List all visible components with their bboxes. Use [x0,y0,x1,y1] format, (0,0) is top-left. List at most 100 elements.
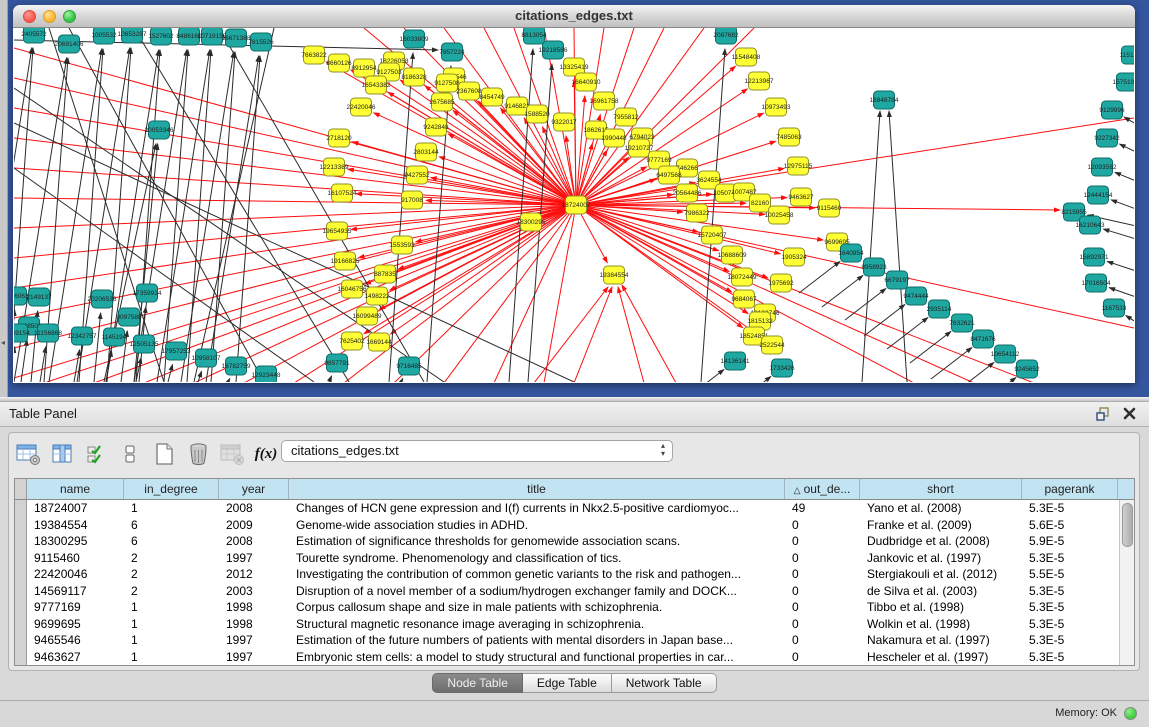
table-cell[interactable]: Jankovic et al. (1997) [860,550,1022,567]
table-cell[interactable]: 6 [124,533,219,550]
network-node[interactable]: 9115460 [817,199,842,217]
network-node[interactable]: 12505135 [130,335,159,353]
network-node[interactable]: 9427552 [404,166,430,184]
table-row[interactable]: 911546021997Tourette syndrome. Phenomeno… [15,550,1119,567]
table-cell[interactable]: Changes of HCN gene expression and I(f) … [289,500,785,517]
network-node[interactable]: 9227342 [1094,129,1120,147]
table-cell[interactable]: 5.6E-5 [1022,517,1118,534]
network-node[interactable]: 20053346 [145,121,174,139]
table-cell[interactable]: 5.3E-5 [1022,550,1118,567]
table-cell[interactable]: Genome-wide association studies in ADHD. [289,517,785,534]
table-cell[interactable]: 18300295 [27,533,124,550]
table-cell[interactable]: Structural magnetic resonance image aver… [289,616,785,633]
table-cell[interactable]: Tibbo et al. (1998) [860,599,1022,616]
network-node[interactable]: 12444154 [1084,186,1113,204]
collapsed-side-panel[interactable]: ◂ [0,0,8,397]
table-row[interactable]: 977716911998Corpus callosum shape and si… [15,599,1119,616]
network-node[interactable]: 9684067 [731,290,757,308]
network-node[interactable]: 16848784 [870,91,899,109]
table-cell[interactable]: de Silva et al. (2003) [860,583,1022,600]
tab-node-table[interactable]: Node Table [432,673,523,693]
network-node[interactable]: 2522544 [759,336,785,354]
table-cell[interactable]: 0 [785,583,860,600]
table-cell[interactable]: 18724007 [27,500,124,517]
network-node[interactable]: 15751074 [1113,73,1134,91]
network-node[interactable]: 8912954 [351,59,377,77]
network-node[interactable]: 16671388 [222,29,251,47]
network-node[interactable]: 16543382 [362,76,391,94]
network-node[interactable]: 1990448 [601,129,627,147]
table-cell[interactable]: 2 [124,550,219,567]
table-row[interactable]: 2242004622012Investigating the contribut… [15,566,1119,583]
network-node[interactable]: 9245652 [1014,360,1040,378]
network-node[interactable]: 10653287 [118,28,147,43]
network-node[interactable]: 887835 [374,265,396,283]
network-node[interactable]: 1640954 [838,244,864,262]
network-node[interactable]: 9242848 [423,118,449,136]
network-node[interactable]: 19654935 [323,222,352,240]
table-cell[interactable]: 1997 [219,632,289,649]
table-cell[interactable]: Investigating the contribution of common… [289,566,785,583]
table-cell[interactable]: 1998 [219,599,289,616]
table-cell[interactable]: 5.3E-5 [1022,649,1118,666]
table-cell[interactable]: 0 [785,599,860,616]
table-cell[interactable]: Estimation of the future numbers of pati… [289,632,785,649]
network-node[interactable]: 7625402 [339,332,365,350]
network-node[interactable]: 16961758 [590,92,619,110]
table-cell[interactable]: Franke et al. (2009) [860,517,1022,534]
network-node[interactable]: 12975115 [784,157,813,175]
table-cell[interactable]: 2009 [219,517,289,534]
table-selector-dropdown[interactable]: citations_edges.txt ▴▾ [281,440,673,462]
network-node[interactable]: 16107524 [328,184,357,202]
table-cell[interactable]: 14569117 [27,583,124,600]
table-cell[interactable]: Nakamura et al. (1997) [860,632,1022,649]
network-node[interactable]: 8813054 [521,28,547,44]
network-node[interactable]: 7815526 [248,33,274,51]
column-header-in_degree[interactable]: in_degree [124,479,219,499]
table-cell[interactable]: 22420046 [27,566,124,583]
network-node[interactable]: 10688609 [718,246,747,264]
column-header-year[interactable]: year [219,479,289,499]
network-window-titlebar[interactable]: citations_edges.txt [13,5,1135,28]
table-cell[interactable]: 2003 [219,583,289,600]
network-node[interactable]: 12213389 [320,158,349,176]
network-node[interactable]: 8471676 [970,330,996,348]
table-cell[interactable]: 5.5E-5 [1022,566,1118,583]
network-node[interactable]: 20206536 [88,290,117,308]
network-node[interactable]: 6497568 [656,166,682,184]
clear-selection-icon[interactable] [117,442,143,466]
table-cell[interactable]: 1 [124,616,219,633]
table-cell[interactable]: 5.3E-5 [1022,616,1118,633]
table-cell[interactable]: 0 [785,616,860,633]
table-cell[interactable]: 1 [124,599,219,616]
vertical-scrollbar[interactable] [1119,500,1134,665]
network-node[interactable]: 7632621 [949,314,975,332]
table-cell[interactable]: 19384554 [27,517,124,534]
network-node[interactable]: 8186328 [401,68,427,86]
table-cell[interactable]: 1998 [219,616,289,633]
table-cell[interactable]: 9699695 [27,616,124,633]
network-node[interactable]: 9474444 [903,287,929,305]
network-node[interactable]: 6679197 [884,271,910,289]
network-node[interactable]: 2405572 [21,28,47,43]
network-node[interactable]: 8660126 [326,54,352,72]
network-node[interactable]: 15892971 [1080,248,1109,266]
table-cell[interactable]: 5.3E-5 [1022,599,1118,616]
network-node[interactable]: 9129996 [1099,101,1125,119]
table-cell[interactable]: 1997 [219,550,289,567]
table-cell[interactable]: 0 [785,566,860,583]
network-canvas[interactable]: 1872400776638228660126891295418226058912… [14,28,1134,382]
network-window[interactable]: citations_edges.txt 18724007766382286601… [13,5,1135,383]
column-checks-icon[interactable] [83,442,109,466]
network-node[interactable]: 1145194 [102,328,127,346]
new-document-icon[interactable] [151,442,177,466]
table-row[interactable]: 946362711997Embryonic stem cells: a mode… [15,649,1119,666]
table-cell[interactable]: 0 [785,632,860,649]
network-node[interactable]: 2439154 [14,324,30,342]
network-node[interactable]: 12093582 [1088,158,1117,176]
table-cell[interactable]: 1 [124,632,219,649]
table-cell[interactable]: 2012 [219,566,289,583]
network-node[interactable]: 16046756 [338,280,367,298]
table-cell[interactable]: Estimation of significance thresholds fo… [289,533,785,550]
node-table[interactable]: namein_degreeyeartitle△out_de...shortpag… [14,478,1135,666]
